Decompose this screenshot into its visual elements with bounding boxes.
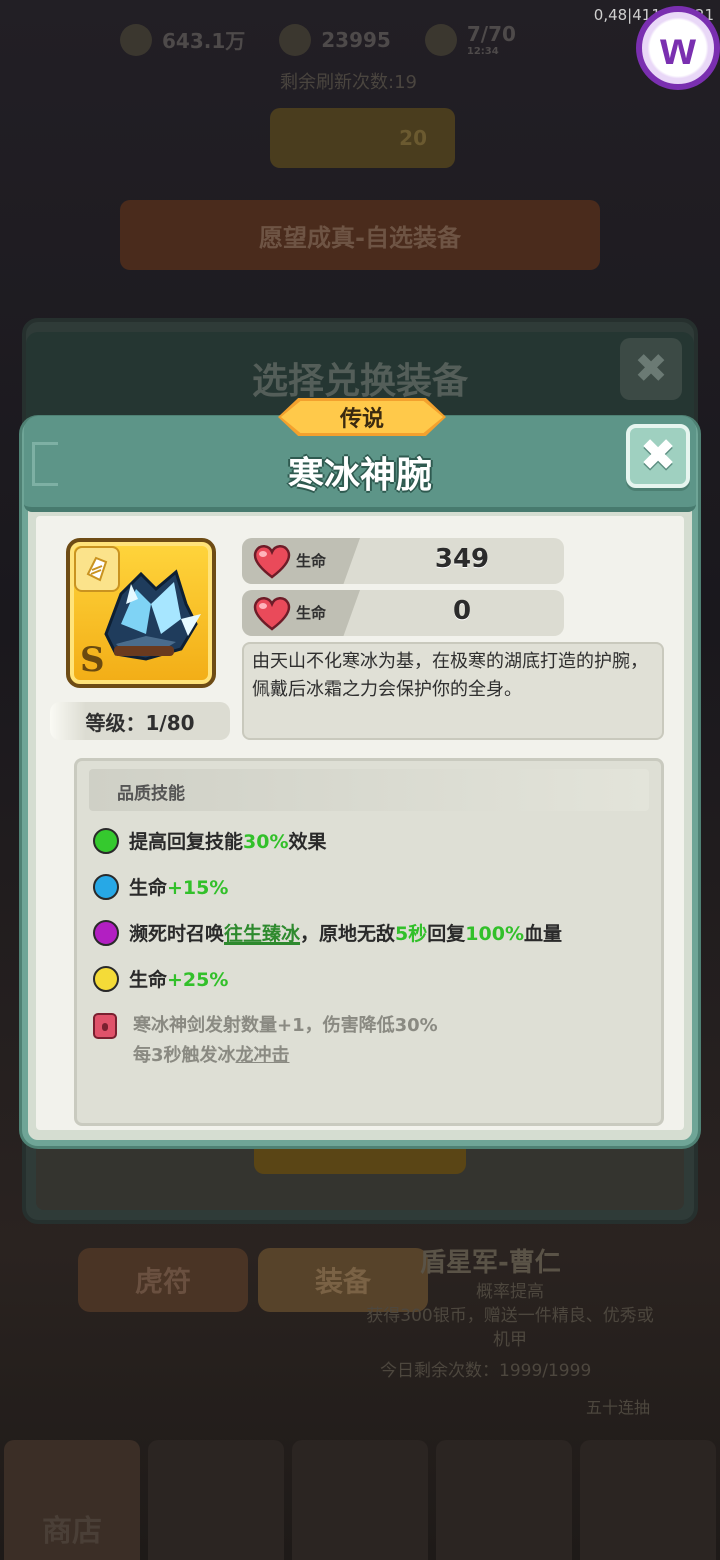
dragon-strike-link[interactable]: 龙冲击 bbox=[236, 1045, 290, 1066]
stat-value: 349 bbox=[434, 544, 490, 574]
exchange-panel-title: 选择兑换装备 bbox=[251, 361, 468, 402]
skill-dot-purple bbox=[93, 919, 119, 946]
nav-item-2[interactable] bbox=[148, 1440, 284, 1560]
stamina-icon bbox=[424, 23, 457, 56]
stat-value: 0 bbox=[452, 596, 472, 626]
skill-row: 生命+25% bbox=[93, 965, 228, 992]
item-detail-modal: 传说 寒冰神腕 ✖ S 等级：1/80 生命 349 生命 0 由天山不化寒冰为… bbox=[22, 398, 698, 1146]
skill-dot-yellow bbox=[93, 965, 119, 992]
grade-letter: S bbox=[80, 640, 105, 680]
coin-resource: 643.1万 bbox=[120, 22, 245, 57]
item-title: 寒冰神腕 bbox=[287, 455, 432, 496]
fifty-draw-label: 五十连抽 bbox=[586, 1398, 651, 1417]
item-icon: S bbox=[66, 538, 216, 688]
heart-icon bbox=[253, 597, 291, 631]
rarity-badge: 传说 bbox=[278, 398, 446, 436]
stat-label: 生命 bbox=[296, 604, 327, 622]
item-detail-body: S 等级：1/80 生命 349 生命 0 由天山不化寒冰为基，在极寒的湖底打造… bbox=[36, 516, 684, 1130]
item-description: 由天山不化寒冰为基，在极寒的湖底打造的护腕，佩戴后冰霜之力会保护你的全身。 bbox=[242, 642, 664, 740]
heart-currency-icon bbox=[279, 23, 312, 56]
coin-icon bbox=[120, 23, 152, 56]
item-detail-close-button[interactable]: ✖ bbox=[626, 424, 690, 488]
heart-icon bbox=[253, 545, 291, 579]
refresh-button[interactable]: 20 bbox=[270, 108, 455, 168]
locked-skill: 寒冰神剑发射数量+1，伤害降低30% 每3秒触发冰龙冲击 bbox=[93, 1011, 438, 1071]
skills-title: 品质技能 bbox=[117, 784, 185, 804]
hero-name: 盾星军-曹仁 bbox=[420, 1248, 561, 1278]
stamina-resource: 7/70 12:34 bbox=[424, 22, 516, 57]
skill-dot-green bbox=[93, 827, 119, 854]
stamina-timer: 12:34 bbox=[466, 46, 499, 57]
bottom-nav: 商店 bbox=[0, 1440, 720, 1560]
stat-label: 生命 bbox=[296, 552, 327, 570]
hero-description: 概率提高 获得300银币，赠送一件精良、优秀或 机甲 bbox=[366, 1282, 654, 1350]
skill-dot-blue bbox=[93, 873, 119, 900]
exchange-panel-close-button[interactable]: ✖ bbox=[620, 338, 682, 400]
nav-item-5[interactable] bbox=[580, 1440, 716, 1560]
stat-row: 生命 349 bbox=[242, 538, 564, 584]
skill-row: 生命+15% bbox=[93, 873, 228, 900]
w-logo-icon: w bbox=[636, 6, 720, 90]
summon-skill-link[interactable]: 往生臻冰 bbox=[224, 923, 300, 945]
quality-skills-panel: 品质技能 提高回复技能30%效果 生命+15% 濒死时召唤往生臻冰，原地无敌5秒… bbox=[74, 758, 664, 1126]
item-level: 等级：1/80 bbox=[50, 702, 230, 740]
nav-shop[interactable]: 商店 bbox=[4, 1440, 140, 1560]
skill-row: 提高回复技能30%效果 bbox=[93, 827, 327, 854]
remaining-count: 今日剩余次数：1999/1999 bbox=[380, 1361, 592, 1381]
skill-row: 濒死时召唤往生臻冰，原地无敌5秒回复100%血量 bbox=[93, 919, 562, 946]
lock-icon bbox=[93, 1013, 117, 1039]
ice-bracer-art bbox=[104, 569, 201, 661]
refresh-remaining: 剩余刷新次数:19 bbox=[280, 72, 417, 93]
stat-row: 生命 0 bbox=[242, 590, 564, 636]
nav-item-4[interactable] bbox=[436, 1440, 572, 1560]
item-detail-header: 传说 寒冰神腕 ✖ bbox=[24, 398, 696, 512]
wish-banner: 愿望成真-自选装备 bbox=[120, 200, 600, 270]
nav-item-3[interactable] bbox=[292, 1440, 428, 1560]
close-icon: ✖ bbox=[639, 430, 677, 481]
tab-tiger-tally[interactable]: 虎符 bbox=[78, 1248, 248, 1312]
heart-currency-resource: 23995 bbox=[279, 22, 391, 57]
resource-bar: 643.1万 23995 7/70 12:34 bbox=[120, 22, 516, 57]
